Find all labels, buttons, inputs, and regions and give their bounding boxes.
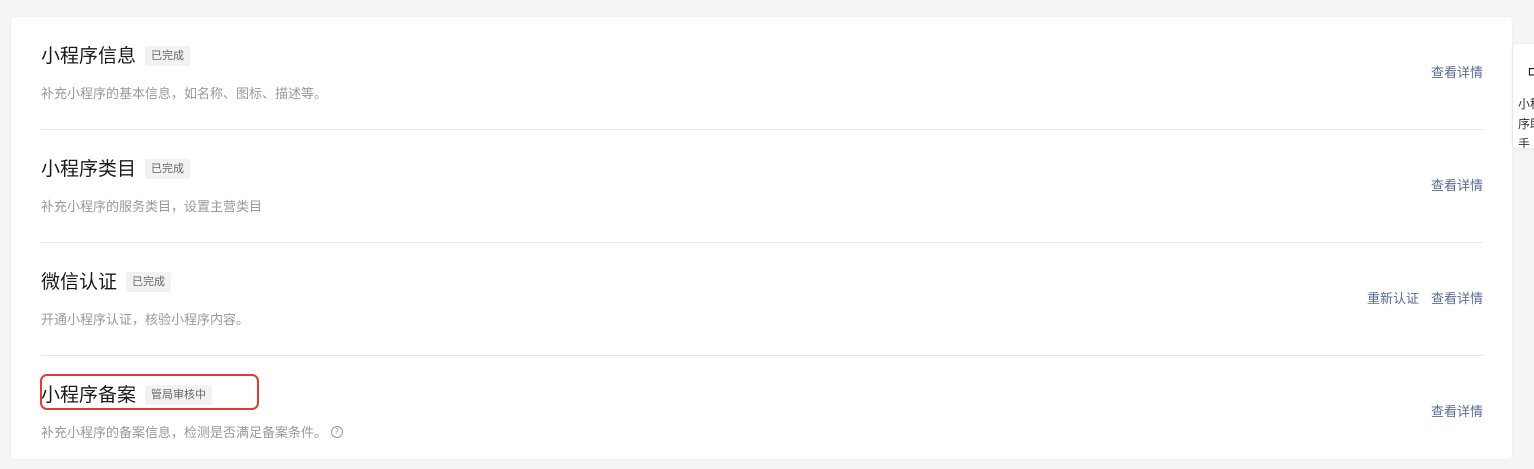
list-item-category: 小程序类目 已完成 补充小程序的服务类目，设置主营类目 查看详情 — [41, 130, 1483, 243]
view-details-link[interactable]: 查看详情 — [1431, 175, 1483, 194]
item-title: 小程序信息 — [41, 45, 137, 67]
item-description-text: 补充小程序的服务类目，设置主营类目 — [41, 200, 263, 215]
item-title-line: 微信认证 已完成 — [41, 270, 172, 294]
assistant-label: 小程序助手 — [1518, 97, 1534, 148]
item-description-text: 补充小程序的备案信息，检测是否满足备案条件。 — [41, 426, 328, 441]
view-details-link[interactable]: 查看详情 — [1431, 401, 1483, 420]
status-badge: 已完成 — [126, 272, 172, 292]
item-description: 补充小程序的基本信息，如名称、图标、描述等。 — [41, 83, 327, 102]
item-title: 小程序类目 — [41, 158, 137, 180]
status-badge: 已完成 — [145, 46, 191, 66]
item-description: 补充小程序的备案信息，检测是否满足备案条件。 ? — [41, 422, 344, 441]
status-badge: 已完成 — [145, 159, 191, 179]
highlight-box — [40, 374, 259, 410]
view-details-link[interactable]: 查看详情 — [1431, 288, 1483, 307]
item-actions: 查看详情 — [1431, 62, 1483, 81]
item-description-text: 补充小程序的基本信息，如名称、图标、描述等。 — [41, 87, 328, 102]
assistant-icon: ▭ — [1527, 58, 1534, 82]
view-details-link[interactable]: 查看详情 — [1431, 62, 1483, 81]
help-icon[interactable]: ? — [331, 425, 344, 438]
item-actions: 查看详情 — [1431, 401, 1483, 420]
item-title-line: 小程序类目 已完成 — [41, 157, 191, 181]
item-description-text: 开通小程序认证，核验小程序内容。 — [41, 313, 250, 328]
item-description: 补充小程序的服务类目，设置主营类目 — [41, 196, 262, 215]
list-item-filing: 小程序备案 管局审核中 补充小程序的备案信息，检测是否满足备案条件。 ? 查看详… — [41, 356, 1483, 469]
list-item-info: 小程序信息 已完成 补充小程序的基本信息，如名称、图标、描述等。 查看详情 — [41, 17, 1483, 130]
item-description: 开通小程序认证，核验小程序内容。 — [41, 309, 249, 328]
item-title: 微信认证 — [41, 271, 118, 293]
item-actions: 重新认证 查看详情 — [1367, 288, 1483, 307]
reverify-link[interactable]: 重新认证 — [1367, 288, 1419, 307]
item-title-line: 小程序信息 已完成 — [41, 44, 191, 68]
list-item-verification: 微信认证 已完成 开通小程序认证，核验小程序内容。 重新认证 查看详情 — [41, 243, 1483, 356]
item-actions: 查看详情 — [1431, 175, 1483, 194]
assistant-side-panel[interactable]: ▭ 小程序助手 — [1513, 44, 1534, 148]
